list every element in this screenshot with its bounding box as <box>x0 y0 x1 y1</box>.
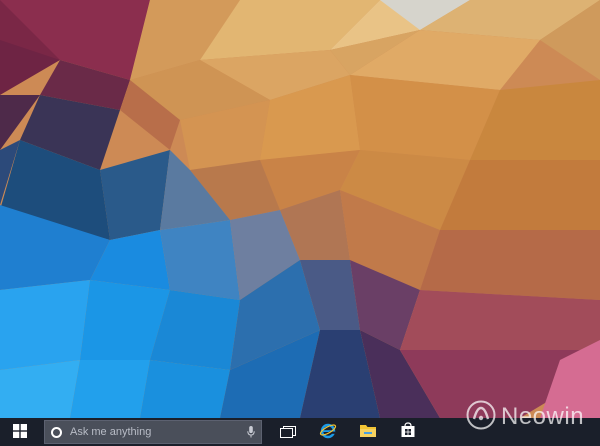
desktop-wallpaper <box>0 0 600 446</box>
internet-explorer-icon <box>319 421 337 443</box>
neowin-watermark-text: Neowin <box>501 403 585 430</box>
task-view-icon <box>280 423 296 442</box>
microphone-icon[interactable] <box>247 426 255 438</box>
neowin-watermark: Neowin <box>466 400 584 434</box>
file-explorer-button[interactable] <box>348 418 388 446</box>
store-bag-icon <box>400 422 416 442</box>
start-button[interactable] <box>0 418 40 446</box>
store-button[interactable] <box>388 418 428 446</box>
windows-logo-icon <box>13 423 27 442</box>
cortana-circle-icon <box>51 426 62 438</box>
task-view-button[interactable] <box>268 418 308 446</box>
search-placeholder[interactable]: Ask me anything <box>70 426 247 438</box>
neowin-logo-icon <box>466 400 496 434</box>
search-box[interactable]: Ask me anything <box>44 420 262 444</box>
internet-explorer-button[interactable] <box>308 418 348 446</box>
file-explorer-folder-icon <box>359 422 377 442</box>
